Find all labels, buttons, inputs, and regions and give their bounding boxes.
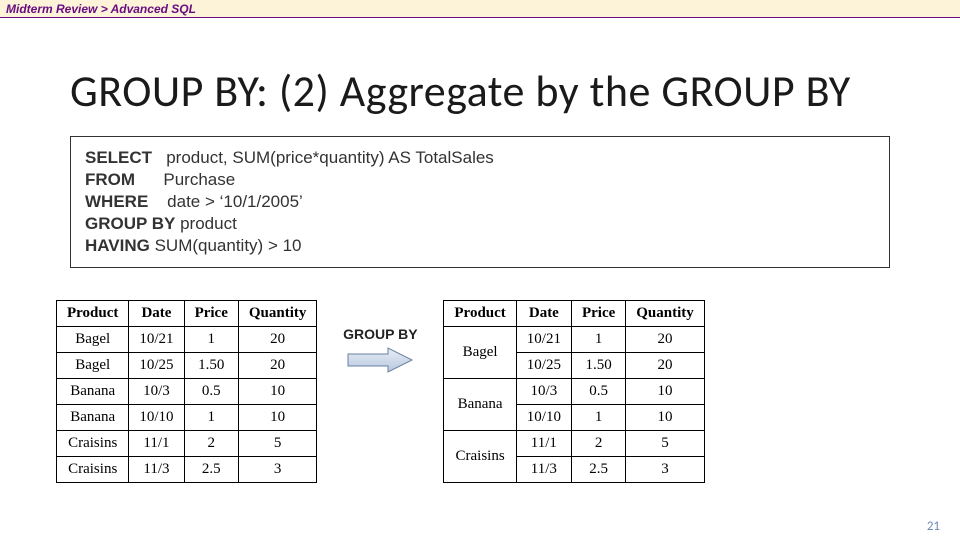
table-cell: Bagel <box>57 327 129 353</box>
table-cell: 20 <box>626 353 705 379</box>
sql-kw-where: WHERE <box>85 192 148 211</box>
table-cell: 1.50 <box>571 353 625 379</box>
table-cell: 11/3 <box>516 457 571 483</box>
table-cell: 10/25 <box>129 353 184 379</box>
table-cell: 10 <box>626 379 705 405</box>
sql-code-box: SELECT product, SUM(price*quantity) AS T… <box>70 136 890 268</box>
table-row: Craisins11/125 <box>57 431 317 457</box>
breadcrumb: Midterm Review > Advanced SQL <box>0 0 960 18</box>
group-product-cell: Banana <box>444 379 516 431</box>
table-cell: 0.5 <box>571 379 625 405</box>
table-cell: 11/1 <box>516 431 571 457</box>
col-header: Price <box>571 301 625 327</box>
sql-kw-groupby: GROUP BY <box>85 214 175 233</box>
col-header: Quantity <box>238 301 317 327</box>
page-number: 21 <box>927 519 940 534</box>
col-header: Date <box>129 301 184 327</box>
group-by-label: GROUP BY <box>343 326 417 342</box>
sql-rest-4: product <box>175 214 236 233</box>
table-header-row: Product Date Price Quantity <box>444 301 704 327</box>
table-row: Banana10/10110 <box>57 405 317 431</box>
sql-rest-2: Purchase <box>135 170 235 189</box>
table-cell: 10/25 <box>516 353 571 379</box>
sql-rest-5: SUM(quantity) > 10 <box>150 236 302 255</box>
table-row: Craisins11/125 <box>444 431 704 457</box>
table-cell: 10/3 <box>516 379 571 405</box>
table-cell: 3 <box>238 457 317 483</box>
table-row: Banana10/30.510 <box>444 379 704 405</box>
table-cell: 2.5 <box>184 457 238 483</box>
table-row: Craisins11/32.53 <box>57 457 317 483</box>
table-cell: 20 <box>238 327 317 353</box>
table-row: Banana10/30.510 <box>57 379 317 405</box>
group-product-cell: Bagel <box>444 327 516 379</box>
sql-rest-1: product, SUM(price*quantity) AS TotalSal… <box>152 148 494 167</box>
table-cell: 5 <box>626 431 705 457</box>
table-cell: 0.5 <box>184 379 238 405</box>
table-cell: 1 <box>571 405 625 431</box>
table-cell: 2 <box>184 431 238 457</box>
col-header: Product <box>444 301 516 327</box>
table-row: Bagel10/21120 <box>444 327 704 353</box>
source-table: Product Date Price Quantity Bagel10/2112… <box>56 300 317 483</box>
table-cell: 2.5 <box>571 457 625 483</box>
table-cell: 10/21 <box>129 327 184 353</box>
table-cell: 10/3 <box>129 379 184 405</box>
table-cell: 1 <box>571 327 625 353</box>
slide-title: GROUP BY: (2) Aggregate by the GROUP BY <box>70 64 960 118</box>
sql-kw-having: HAVING <box>85 236 150 255</box>
sql-kw-from: FROM <box>85 170 135 189</box>
table-cell: Banana <box>57 379 129 405</box>
table-cell: 1.50 <box>184 353 238 379</box>
table-cell: 5 <box>238 431 317 457</box>
col-header: Price <box>184 301 238 327</box>
grouped-table: Product Date Price Quantity Bagel10/2112… <box>443 300 704 483</box>
col-header: Product <box>57 301 129 327</box>
table-cell: Bagel <box>57 353 129 379</box>
table-cell: 11/1 <box>129 431 184 457</box>
table-cell: 10/10 <box>516 405 571 431</box>
group-product-cell: Craisins <box>444 431 516 483</box>
table-cell: Craisins <box>57 431 129 457</box>
table-cell: 10 <box>238 405 317 431</box>
table-cell: Banana <box>57 405 129 431</box>
table-cell: 3 <box>626 457 705 483</box>
table-header-row: Product Date Price Quantity <box>57 301 317 327</box>
table-cell: 20 <box>626 327 705 353</box>
table-cell: Craisins <box>57 457 129 483</box>
table-cell: 10 <box>626 405 705 431</box>
table-cell: 2 <box>571 431 625 457</box>
table-cell: 10 <box>238 379 317 405</box>
table-cell: 10/21 <box>516 327 571 353</box>
table-cell: 1 <box>184 405 238 431</box>
col-header: Date <box>516 301 571 327</box>
table-cell: 20 <box>238 353 317 379</box>
table-row: Bagel10/251.5020 <box>57 353 317 379</box>
sql-kw-select: SELECT <box>85 148 152 167</box>
table-row: Bagel10/21120 <box>57 327 317 353</box>
table-cell: 1 <box>184 327 238 353</box>
col-header: Quantity <box>626 301 705 327</box>
arrow-icon <box>344 344 416 376</box>
sql-rest-3: date > ‘10/1/2005’ <box>148 192 303 211</box>
table-cell: 11/3 <box>129 457 184 483</box>
table-cell: 10/10 <box>129 405 184 431</box>
